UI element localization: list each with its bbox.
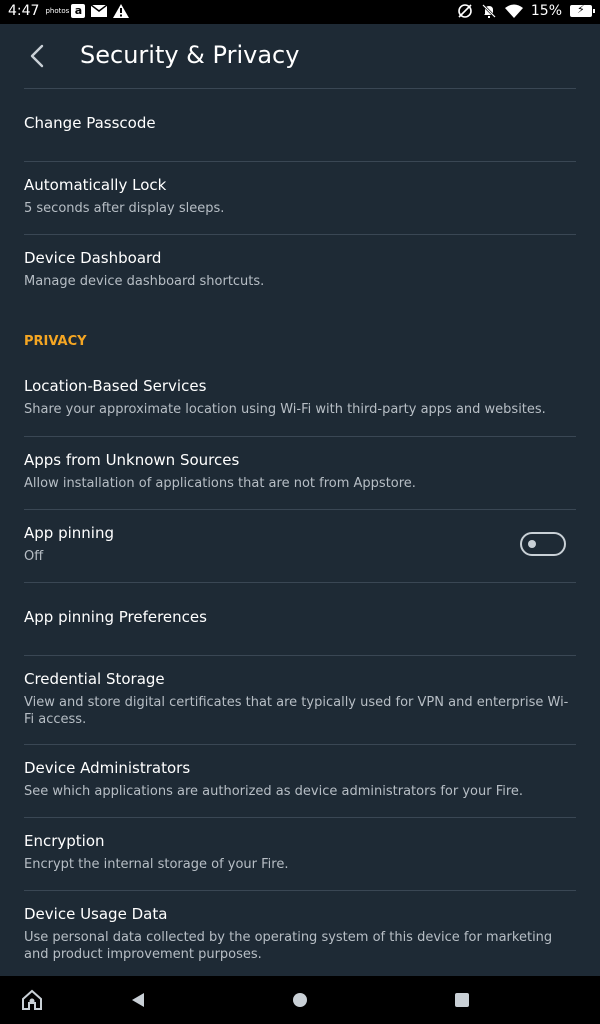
item-title: Device Dashboard — [24, 249, 162, 267]
amazon-icon: a — [71, 4, 86, 18]
item-subtitle: Manage device dashboard shortcuts. — [24, 274, 265, 289]
back-nav-icon[interactable] — [126, 988, 150, 1012]
status-bar: 4:47 photos a 15% ⚡ — [0, 0, 600, 24]
encryption-item[interactable]: Encryption Encrypt the internal storage … — [24, 817, 576, 890]
notifications-off-icon — [481, 4, 496, 18]
item-subtitle: Allow installation of applications that … — [24, 476, 416, 491]
item-subtitle: 5 seconds after display sleeps. — [24, 201, 225, 216]
change-passcode-item[interactable]: Change Passcode — [24, 88, 576, 161]
photos-icon: photos — [45, 7, 70, 15]
item-subtitle: Use personal data collected by the opera… — [24, 930, 553, 962]
item-title: Automatically Lock — [24, 176, 167, 194]
device-administrators-item[interactable]: Device Administrators See which applicat… — [24, 744, 576, 817]
battery-percent: 15% — [530, 3, 562, 19]
home-icon[interactable] — [20, 988, 44, 1012]
wifi-icon — [504, 4, 523, 18]
item-title: Credential Storage — [24, 670, 165, 688]
privacy-section-header: PRIVACY — [24, 334, 87, 349]
toggle-knob — [528, 540, 536, 548]
mail-icon — [91, 5, 108, 17]
credential-storage-item[interactable]: Credential Storage View and store digita… — [24, 655, 576, 744]
automatically-lock-item[interactable]: Automatically Lock 5 seconds after displ… — [24, 161, 576, 234]
location-services-item[interactable]: Location-Based Services Share your appro… — [24, 363, 576, 436]
back-arrow-icon[interactable] — [24, 42, 52, 70]
item-title: App pinning Preferences — [24, 608, 207, 626]
item-title: Change Passcode — [24, 114, 156, 132]
item-title: Apps from Unknown Sources — [24, 451, 240, 469]
item-subtitle: Off — [24, 549, 44, 564]
item-title: Encryption — [24, 832, 105, 850]
item-subtitle: Encrypt the internal storage of your Fir… — [24, 857, 289, 872]
item-subtitle: View and store digital certificates that… — [24, 695, 569, 727]
app-pinning-preferences-item[interactable]: App pinning Preferences — [24, 582, 576, 655]
no-sync-icon — [458, 4, 472, 18]
unknown-sources-item[interactable]: Apps from Unknown Sources Allow installa… — [24, 436, 576, 509]
page-title: Security & Privacy — [80, 41, 300, 69]
app-pinning-toggle[interactable] — [520, 532, 566, 556]
item-title: Device Usage Data — [24, 905, 168, 923]
home-nav-icon[interactable] — [288, 988, 312, 1012]
warning-icon — [113, 4, 130, 18]
app-header: Security & Privacy — [0, 24, 600, 88]
item-title: Device Administrators — [24, 759, 191, 777]
item-title: App pinning — [24, 524, 114, 542]
item-title: Location-Based Services — [24, 377, 207, 395]
navigation-bar — [0, 976, 600, 1024]
item-subtitle: Share your approximate location using Wi… — [24, 402, 546, 417]
device-usage-data-item[interactable]: Device Usage Data Use personal data coll… — [24, 890, 576, 975]
recents-nav-icon[interactable] — [450, 988, 474, 1012]
settings-list: Change Passcode Automatically Lock 5 sec… — [0, 88, 600, 975]
app-pinning-item[interactable]: App pinning Off — [24, 509, 576, 582]
item-subtitle: See which applications are authorized as… — [24, 784, 524, 799]
battery-icon: ⚡ — [570, 3, 595, 17]
device-dashboard-item[interactable]: Device Dashboard Manage device dashboard… — [24, 234, 576, 314]
status-time: 4:47 — [8, 3, 40, 19]
